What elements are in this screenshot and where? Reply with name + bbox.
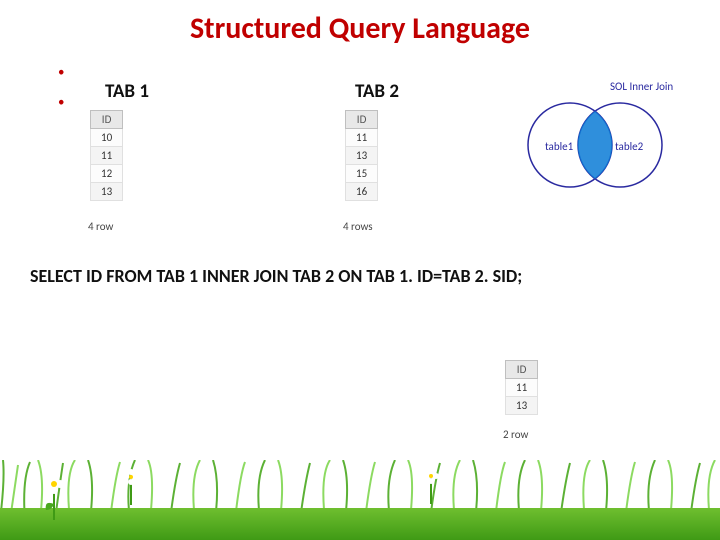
flower-icon	[420, 464, 442, 504]
venn-caption: SOL Inner Join	[610, 80, 673, 93]
grass-decoration	[0, 470, 720, 540]
bullet-dot: •	[58, 58, 64, 88]
venn-right-label: table2	[615, 140, 644, 153]
venn-diagram: SOL Inner Join table1 table2	[500, 80, 690, 200]
flower-icon	[40, 470, 68, 520]
table-tab2: ID 11 13 15 16	[345, 110, 378, 201]
result-header: ID	[506, 361, 538, 379]
table-cell: 15	[346, 165, 378, 183]
bullet-dot: •	[58, 88, 64, 118]
result-caption: 2 row	[503, 428, 528, 441]
table-result: ID 11 13	[505, 360, 538, 415]
page-title: Structured Query Language	[0, 10, 720, 47]
table-cell: 10	[91, 129, 123, 147]
table-tab1: ID 10 11 12 13	[90, 110, 123, 201]
table-cell: 11	[346, 129, 378, 147]
venn-left-label: table1	[545, 140, 574, 153]
tab2-caption: 4 rows	[343, 220, 373, 233]
table-cell: 16	[346, 183, 378, 201]
table-cell: 11	[91, 147, 123, 165]
tab1-caption: 4 row	[88, 220, 113, 233]
table-cell: 13	[91, 183, 123, 201]
tab1-header: ID	[91, 111, 123, 129]
tab2-header: ID	[346, 111, 378, 129]
table-cell: 12	[91, 165, 123, 183]
table-cell: 13	[506, 397, 538, 415]
label-tab2: TAB 2	[355, 80, 399, 103]
label-tab1: TAB 1	[105, 80, 149, 103]
flower-icon	[120, 465, 142, 505]
sql-query: SELECT ID FROM TAB 1 INNER JOIN TAB 2 ON…	[30, 265, 522, 287]
table-cell: 13	[346, 147, 378, 165]
bullet-list: • •	[58, 58, 64, 118]
table-cell: 11	[506, 379, 538, 397]
